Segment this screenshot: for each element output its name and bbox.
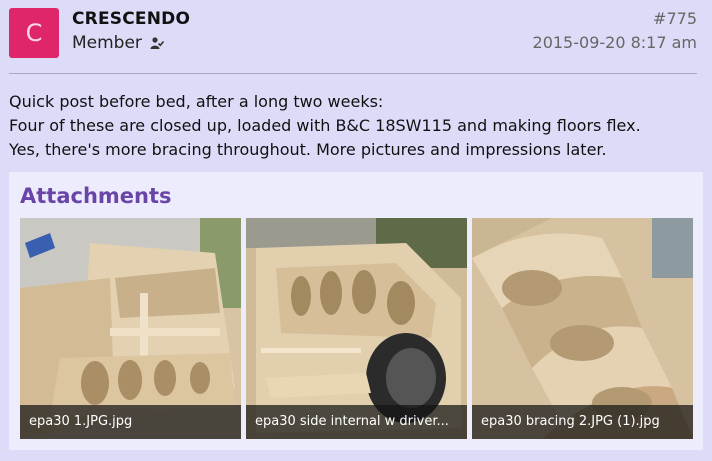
post-date: 2015-09-20 8:17 am — [532, 33, 697, 52]
attachments-panel: Attachments epa30 1.JPG.jpg epa30 side i… — [9, 172, 703, 450]
post-body-line: Quick post before bed, after a long two … — [9, 92, 384, 111]
post-body-line: Yes, there's more bracing throughout. Mo… — [9, 140, 607, 159]
username-link[interactable]: CRESCENDO — [72, 9, 190, 29]
avatar[interactable]: C — [9, 8, 59, 58]
avatar-letter: C — [25, 19, 43, 47]
user-role: Member — [72, 33, 142, 53]
attachments-title: Attachments — [20, 184, 172, 208]
post-number-link[interactable]: #775 — [653, 9, 697, 28]
post-body: Quick post before bed, after a long two … — [9, 90, 703, 162]
attachment-thumbnail[interactable]: epa30 bracing 2.JPG (1).jpg — [472, 218, 693, 439]
forum-post: C CRESCENDO Member #775 2015-09-20 8:17 … — [0, 0, 712, 461]
user-check-icon — [150, 37, 164, 49]
attachment-caption: epa30 side internal w driver... — [246, 405, 467, 439]
post-body-line: Four of these are closed up, loaded with… — [9, 116, 641, 135]
header-divider — [9, 73, 697, 74]
attachment-caption: epa30 bracing 2.JPG (1).jpg — [472, 405, 693, 439]
attachment-thumbnail[interactable]: epa30 side internal w driver... — [246, 218, 467, 439]
user-role-row: Member — [72, 33, 164, 53]
attachment-thumbnail[interactable]: epa30 1.JPG.jpg — [20, 218, 241, 439]
attachment-caption: epa30 1.JPG.jpg — [20, 405, 241, 439]
